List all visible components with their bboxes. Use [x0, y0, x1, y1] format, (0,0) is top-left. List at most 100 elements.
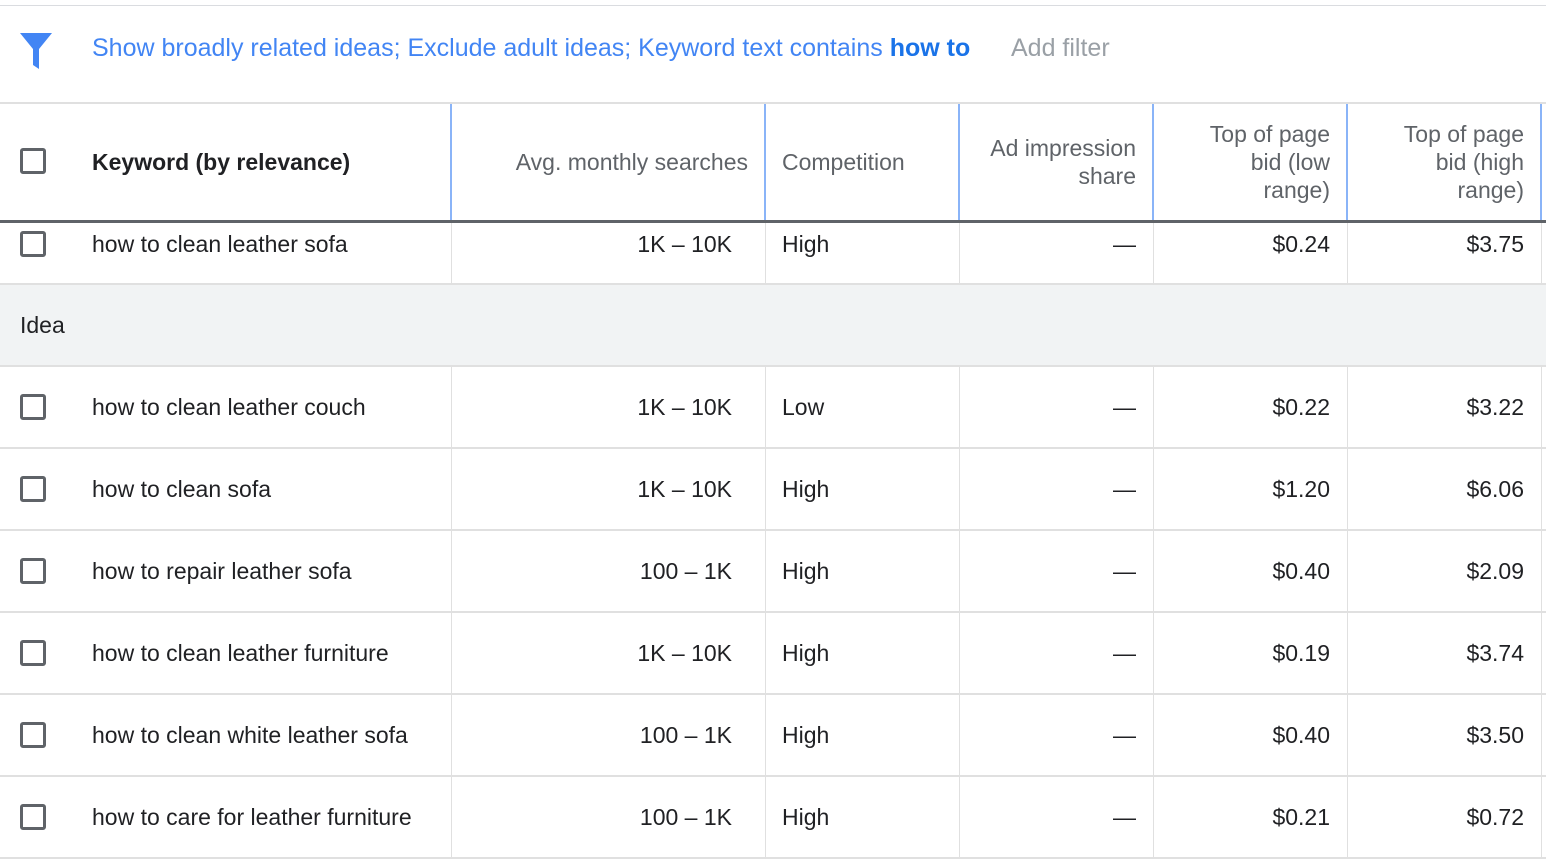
row-checkbox[interactable] [20, 640, 46, 666]
column-divider [1541, 695, 1542, 775]
competition-cell: High [782, 230, 830, 257]
row-checkbox[interactable] [20, 722, 46, 748]
searches-cell: 1K – 10K [637, 230, 732, 257]
bid-low-cell: $0.19 [1272, 639, 1330, 666]
header-keyword[interactable]: Keyword (by relevance) [92, 104, 442, 220]
column-divider [1541, 367, 1542, 447]
keyword-cell: how to clean leather sofa [92, 230, 348, 257]
searches-cell: 1K – 10K [637, 639, 732, 666]
keyword-cell: how to clean leather furniture [92, 639, 389, 666]
column-divider [1541, 777, 1542, 857]
bid-high-cell: $3.75 [1466, 230, 1524, 257]
filters-text: Show broadly related ideas; Exclude adul… [92, 34, 890, 62]
bid-high-cell: $2.09 [1466, 557, 1524, 584]
row-checkbox[interactable] [20, 476, 46, 502]
header-bid-low-label: Top of page bid (low range) [1210, 120, 1330, 204]
header-impression-line1: Ad impression [990, 135, 1136, 161]
column-divider [765, 449, 766, 529]
column-divider [765, 367, 766, 447]
header-competition[interactable]: Competition [782, 104, 952, 220]
group-header-row: Idea [0, 285, 1546, 367]
competition-cell: High [782, 803, 830, 830]
header-competition-label: Competition [782, 149, 905, 175]
header-bid-low-line2: bid (low [1250, 149, 1330, 175]
bid-low-cell: $0.40 [1272, 721, 1330, 748]
column-divider [765, 777, 766, 857]
header-bid-high-line1: Top of page [1403, 121, 1524, 147]
impression-share-cell: — [1113, 803, 1136, 830]
header-impression-line2: share [1078, 163, 1136, 189]
select-all-checkbox[interactable] [20, 148, 46, 174]
table-row[interactable]: how to clean leather sofa 1K – 10K High … [0, 223, 1546, 285]
impression-share-cell: — [1113, 721, 1136, 748]
column-resize-handle[interactable] [764, 104, 766, 220]
bid-low-cell: $0.40 [1272, 557, 1330, 584]
column-divider [1541, 449, 1542, 529]
bid-low-cell: $0.22 [1272, 393, 1330, 420]
header-impression-label: Ad impression share [990, 134, 1136, 190]
bid-low-cell: $1.20 [1272, 475, 1330, 502]
filter-icon[interactable] [20, 33, 52, 69]
bid-high-cell: $0.72 [1466, 803, 1524, 830]
header-bid-high[interactable]: Top of page bid (high range) [1348, 104, 1524, 220]
column-resize-handle[interactable] [1346, 104, 1348, 220]
searches-cell: 1K – 10K [637, 475, 732, 502]
column-resize-handle[interactable] [958, 104, 960, 220]
competition-cell: High [782, 639, 830, 666]
bid-high-cell: $3.22 [1466, 393, 1524, 420]
bid-low-cell: $0.21 [1272, 803, 1330, 830]
bid-high-cell: $6.06 [1466, 475, 1524, 502]
column-divider [765, 531, 766, 611]
column-resize-handle[interactable] [1152, 104, 1154, 220]
column-resize-handle[interactable] [450, 104, 452, 220]
bid-high-cell: $3.50 [1466, 721, 1524, 748]
keyword-cell: how to clean white leather sofa [92, 721, 408, 748]
table-row[interactable]: how to clean leather furniture 1K – 10K … [0, 613, 1546, 695]
header-bid-low-line1: Top of page [1209, 121, 1330, 147]
header-avg-monthly-searches[interactable]: Avg. monthly searches [452, 104, 748, 220]
table-row[interactable]: how to clean leather couch 1K – 10K Low … [0, 367, 1546, 449]
competition-cell: High [782, 475, 830, 502]
header-ad-impression-share[interactable]: Ad impression share [960, 104, 1136, 220]
table-row[interactable]: how to clean white leather sofa 100 – 1K… [0, 695, 1546, 777]
row-checkbox[interactable] [20, 394, 46, 420]
header-bid-low[interactable]: Top of page bid (low range) [1154, 104, 1330, 220]
row-checkbox[interactable] [20, 804, 46, 830]
column-divider [765, 613, 766, 693]
column-divider [1541, 613, 1542, 693]
keyword-cell: how to repair leather sofa [92, 557, 352, 584]
searches-cell: 100 – 1K [639, 557, 732, 584]
competition-cell: High [782, 721, 830, 748]
table-row[interactable]: how to care for leather furniture 100 – … [0, 777, 1546, 859]
row-checkbox[interactable] [20, 231, 46, 257]
column-divider [765, 223, 766, 285]
add-filter-button[interactable]: Add filter [1011, 31, 1110, 65]
competition-cell: Low [782, 393, 825, 420]
keyword-cell: how to clean sofa [92, 475, 272, 502]
impression-share-cell: — [1113, 230, 1136, 257]
impression-share-cell: — [1113, 557, 1136, 584]
header-bid-low-line3: range) [1263, 177, 1330, 203]
impression-share-cell: — [1113, 639, 1136, 666]
searches-cell: 1K – 10K [637, 393, 732, 420]
row-checkbox[interactable] [20, 558, 46, 584]
impression-share-cell: — [1113, 393, 1136, 420]
table-row[interactable]: how to clean sofa 1K – 10K High — $1.20 … [0, 449, 1546, 531]
filter-keyword-value: how to [889, 34, 971, 62]
competition-cell: High [782, 557, 830, 584]
column-divider [1541, 531, 1542, 611]
searches-cell: 100 – 1K [639, 803, 732, 830]
keyword-cell: how to clean leather couch [92, 393, 366, 420]
bid-high-cell: $3.74 [1466, 639, 1524, 666]
active-filters-link[interactable]: Show broadly related ideas; Exclude adul… [92, 31, 970, 65]
header-keyword-label: Keyword (by relevance) [92, 149, 351, 175]
table-row[interactable]: how to repair leather sofa 100 – 1K High… [0, 531, 1546, 613]
searches-cell: 100 – 1K [639, 721, 732, 748]
header-bid-high-label: Top of page bid (high range) [1404, 120, 1524, 204]
column-resize-handle[interactable] [1540, 104, 1542, 220]
column-divider [765, 695, 766, 775]
column-divider [1541, 223, 1542, 285]
table-header: Keyword (by relevance) Avg. monthly sear… [0, 104, 1546, 220]
impression-share-cell: — [1113, 475, 1136, 502]
header-bid-high-line3: range) [1457, 177, 1524, 203]
